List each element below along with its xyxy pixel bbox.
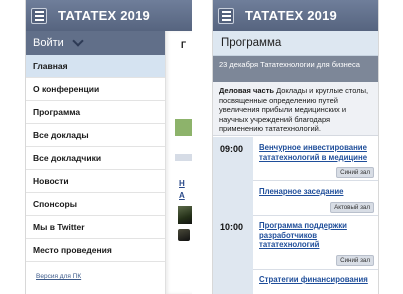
event-link[interactable]: Стратегии финансирования [259,275,374,285]
menu-item-home[interactable]: Главная [26,55,165,78]
hamburger-icon[interactable] [218,7,234,24]
divider [253,269,378,270]
event-item: Стратегии финансирования [259,275,374,289]
divider [253,180,378,181]
session-label: Деловая часть [219,86,274,95]
section-title: Программа [213,31,378,56]
top-bar: ТАТАТЕХ 2019 [26,0,192,31]
divider [253,215,378,216]
day-header: 23 декабря Тататехнологии для бизнеса [213,56,378,82]
event-item: Программа поддержки разработчиков татате… [259,221,374,267]
slot-time: 09:00 [220,144,244,154]
side-menu: Войти Главная О конференции Программа Вс… [26,31,165,294]
peek-band [175,154,192,161]
peek-link: А [179,191,185,200]
app-title: ТАТАТЕХ 2019 [58,8,150,23]
event-link[interactable]: Венчурное инвестирование тататехнологий … [259,143,374,162]
menu-item-talks[interactable]: Все доклады [26,124,165,147]
content-peek[interactable]: Г Н А [165,31,192,294]
room-badge: Синий зал [336,167,374,178]
menu-item-speakers[interactable]: Все докладчики [26,147,165,170]
peek-photo [178,229,190,241]
chevron-down-icon [72,35,84,47]
menu-item-venue[interactable]: Место проведения [26,239,165,262]
event-item: Венчурное инвестирование тататехнологий … [259,143,374,179]
left-phone-screen: ТАТАТЕХ 2019 Войти Главная О конференции… [25,0,192,294]
menu-item-twitter[interactable]: Мы в Twitter [26,216,165,239]
session-description: Деловая часть Доклады и круглые столы, п… [213,82,378,136]
event-link[interactable]: Программа поддержки разработчиков татате… [259,221,374,250]
login-label: Войти [33,37,64,49]
hamburger-icon[interactable] [31,7,47,24]
menu-list: Главная О конференции Программа Все докл… [26,55,165,262]
menu-item-news[interactable]: Новости [26,170,165,193]
time-column [213,137,253,294]
right-phone-screen: ТАТАТЕХ 2019 Программа 23 декабря Татате… [212,0,379,294]
login-button[interactable]: Войти [26,31,165,55]
event-link[interactable]: Пленарное заседание [259,187,374,197]
schedule: 09:00 10:00 Венчурное инвестирование тат… [213,137,378,294]
peek-green-block [175,119,192,136]
menu-item-sponsors[interactable]: Спонсоры [26,193,165,216]
app-title: ТАТАТЕХ 2019 [245,8,337,23]
menu-item-program[interactable]: Программа [26,101,165,124]
peek-heading-letter: Г [181,40,187,50]
peek-link: Н [179,179,185,188]
room-badge: Синий зал [336,255,374,266]
slot-time: 10:00 [220,222,244,232]
top-bar: ТАТАТЕХ 2019 [213,0,378,31]
peek-photo [178,206,192,224]
desktop-version-link[interactable]: Версия для ПК [36,273,165,280]
menu-item-about[interactable]: О конференции [26,78,165,101]
event-item: Пленарное заседание Актовый зал [259,187,374,213]
room-badge: Актовый зал [330,202,374,213]
